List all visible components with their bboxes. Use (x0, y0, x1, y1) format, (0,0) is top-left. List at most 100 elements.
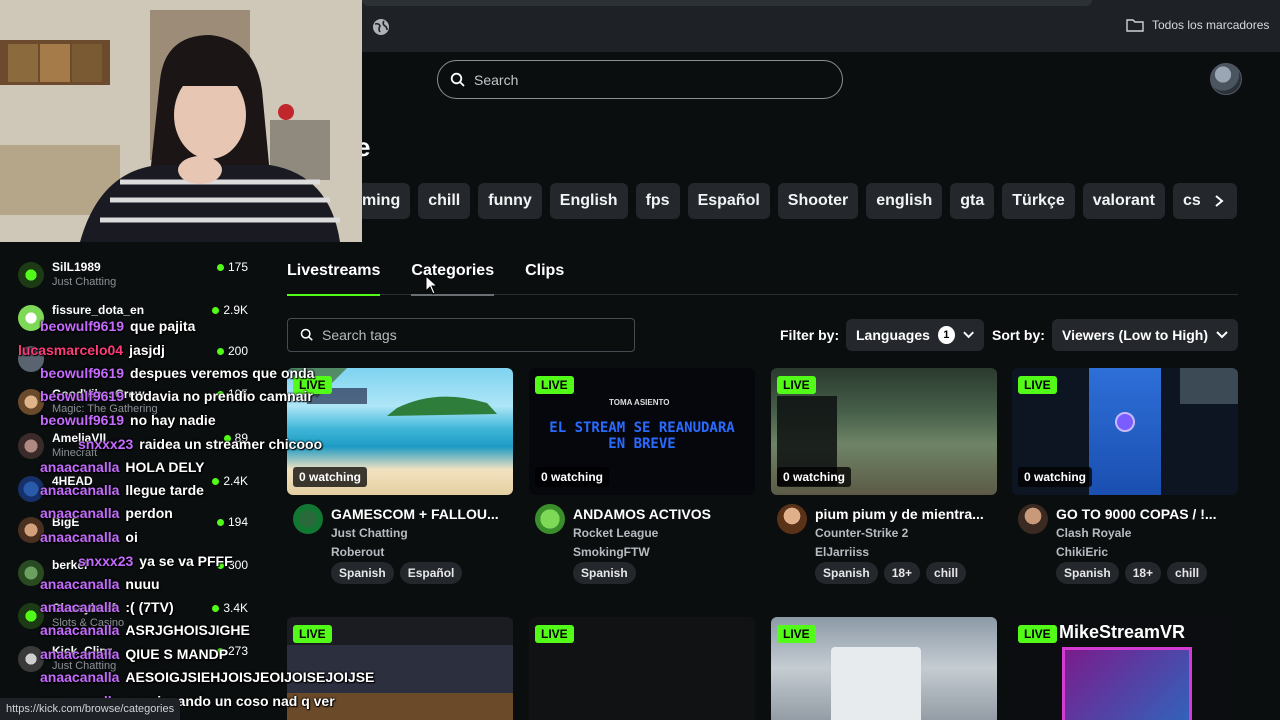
stream-tag[interactable]: 18+ (883, 562, 921, 584)
trophy-icon (1115, 412, 1135, 432)
stream-card[interactable]: LIVE (287, 617, 513, 720)
stream-category[interactable]: Counter-Strike 2 (815, 526, 908, 540)
sort-dropdown[interactable]: Viewers (Low to High) (1052, 319, 1238, 351)
sidebar-channel-name: Classybeef (52, 601, 116, 615)
tab-clips[interactable]: Clips (525, 262, 564, 295)
tab-livestreams[interactable]: Livestreams (287, 262, 381, 296)
sidebar-channel[interactable]: fissure_dota_en 2.9K (18, 301, 258, 339)
channel-avatar (18, 346, 44, 372)
tag-chip[interactable]: funny (478, 183, 542, 219)
stream-card[interactable]: LIVE 0 watching GO TO 9000 COPAS / !... … (1012, 368, 1238, 593)
sidebar-channel-category: Just Chatting (52, 276, 117, 288)
stream-tag[interactable]: chill (926, 562, 967, 584)
channel-avatar (18, 603, 44, 629)
channel-avatar (18, 646, 44, 672)
live-badge: LIVE (535, 625, 574, 643)
sidebar-channel[interactable]: GoodVibesCrew Magic: The Gathering 105 (18, 385, 258, 423)
languages-dropdown[interactable]: Languages 1 (846, 319, 984, 351)
stream-tag[interactable]: Spanish (331, 562, 394, 584)
stream-thumbnail[interactable]: LIVE (287, 617, 513, 720)
streamer-name[interactable]: SmokingFTW (573, 545, 650, 559)
tag-chip[interactable]: English (549, 183, 628, 219)
stream-card[interactable]: MikeStreamVR LIVE (1012, 617, 1238, 720)
sidebar-channel[interactable]: berkel 300 (18, 556, 258, 594)
thumb-overlay-text: MikeStreamVR (1059, 622, 1186, 642)
sidebar-channel[interactable]: AmeliaVII Minecraft 89 (18, 429, 258, 467)
tab-categories[interactable]: Categories (411, 262, 494, 296)
stream-category[interactable]: Clash Royale (1056, 526, 1131, 540)
search-icon (300, 328, 313, 341)
tag-chip[interactable]: valorant (1082, 183, 1165, 219)
folder-icon (1126, 19, 1144, 32)
stream-card[interactable]: LIVE 0 watching GAMESCOM + FALLOU... Jus… (287, 368, 513, 593)
channel-avatar[interactable] (777, 504, 807, 534)
filter-by-label: Filter by: (780, 327, 840, 343)
tag-chip[interactable]: gta (950, 183, 995, 219)
stream-thumbnail[interactable]: LIVE 0 watching (287, 368, 513, 495)
sidebar-viewers: 194 (216, 515, 248, 529)
user-avatar[interactable] (1210, 63, 1242, 95)
stream-thumbnail[interactable]: LIVE 0 watching (1012, 368, 1238, 495)
sidebar-channel[interactable]: Kick_Clipz Just Chatting 273 (18, 642, 258, 680)
sidebar-channel[interactable]: SilL1989 Just Chatting 175 (18, 258, 258, 296)
channel-avatar (18, 560, 44, 586)
sidebar-channel-category: Magic: The Gathering (52, 403, 158, 415)
tag-chip[interactable]: fps (635, 183, 680, 219)
stream-tag[interactable]: 18+ (1124, 562, 1162, 584)
stream-card[interactable]: TOMA ASIENTO EL STREAM SE REANUDARA EN B… (529, 368, 755, 593)
tag-chip[interactable]: Español (687, 183, 770, 219)
stream-title[interactable]: GO TO 9000 COPAS / !... (1056, 506, 1238, 522)
search-icon (450, 72, 465, 87)
tag-search[interactable] (287, 318, 635, 352)
sidebar-channel[interactable]: BigE 194 (18, 513, 258, 551)
tag-chip[interactable]: Shooter (777, 183, 859, 219)
stream-title[interactable]: GAMESCOM + FALLOU... (331, 506, 513, 522)
sidebar-viewers: 175 (216, 260, 248, 274)
stream-title[interactable]: ANDAMOS ACTIVOS (573, 506, 755, 522)
sidebar-viewers: 200 (216, 344, 248, 358)
globe-icon[interactable] (372, 18, 390, 36)
stream-thumbnail[interactable]: LIVE 0 watching (771, 368, 997, 495)
channel-avatar[interactable] (535, 504, 565, 534)
stream-tag[interactable]: Spanish (1056, 562, 1119, 584)
stream-tag[interactable]: Spanish (815, 562, 878, 584)
stream-category[interactable]: Just Chatting (331, 526, 408, 540)
sidebar-viewers: 89 (223, 431, 248, 445)
sidebar-channel[interactable]: Classybeef Slots & Casino 3.4K (18, 599, 258, 637)
stream-thumbnail[interactable]: LIVE (771, 617, 997, 720)
chevron-right-icon (1214, 195, 1224, 207)
stream-card[interactable]: LIVE (529, 617, 755, 720)
sidebar-viewers: 105 (216, 387, 248, 401)
stream-category[interactable]: Rocket League (573, 526, 658, 540)
stream-card[interactable]: LIVE (771, 617, 997, 720)
stream-title[interactable]: pium pium y de mientra... (815, 506, 997, 522)
chips-next-button[interactable] (1200, 183, 1237, 219)
tag-chip[interactable]: english (866, 183, 943, 219)
site-search[interactable] (437, 60, 843, 99)
mouse-cursor-icon (425, 275, 439, 295)
tag-search-input[interactable] (322, 327, 622, 343)
tag-chip[interactable]: ming (356, 183, 411, 219)
streamer-name[interactable]: Roberout (331, 545, 384, 559)
search-input[interactable] (474, 71, 814, 88)
channel-avatar[interactable] (293, 504, 323, 534)
channel-avatar[interactable] (1018, 504, 1048, 534)
stream-thumbnail[interactable]: LIVE (529, 617, 755, 720)
thumb-headline: EL STREAM SE REANUDARA EN BREVE (549, 420, 735, 452)
stream-tag[interactable]: Spanish (573, 562, 636, 584)
streamer-name[interactable]: ElJarriiss (815, 545, 869, 559)
tag-chip[interactable]: chill (418, 183, 471, 219)
stream-thumbnail[interactable]: TOMA ASIENTO EL STREAM SE REANUDARA EN B… (529, 368, 755, 495)
all-bookmarks-button[interactable]: Todos los marcadores (1126, 18, 1269, 32)
stream-tag[interactable]: chill (1167, 562, 1208, 584)
sidebar-channel[interactable]: 200 (18, 342, 258, 380)
sidebar-channel[interactable]: 4HEAD 2.4K (18, 472, 258, 510)
stream-card[interactable]: LIVE 0 watching pium pium y de mientra..… (771, 368, 997, 593)
live-badge: LIVE (293, 625, 332, 643)
stream-thumbnail[interactable]: MikeStreamVR LIVE (1012, 617, 1238, 720)
streamer-name[interactable]: ChikiEric (1056, 545, 1108, 559)
stream-tag[interactable]: Español (399, 562, 463, 584)
sidebar-channel-name: 4HEAD (52, 474, 93, 488)
address-bar-edge[interactable] (362, 0, 1092, 6)
tag-chip[interactable]: Türkçe (1002, 183, 1075, 219)
